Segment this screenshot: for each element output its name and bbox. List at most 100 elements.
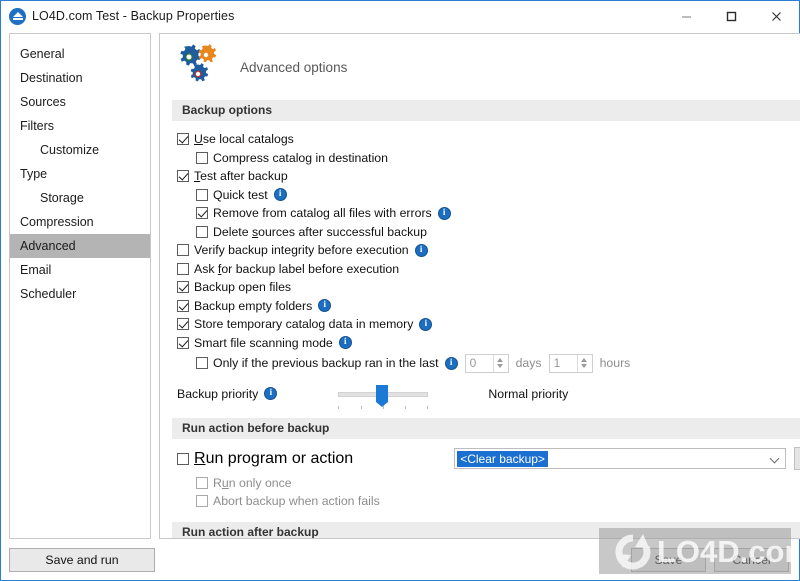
option-label: Backup open files — [194, 280, 292, 295]
option-row: Use local catalogs — [160, 130, 800, 149]
window-body: General Destination Sources Filters Customiz… — [1, 32, 800, 540]
option-label: Smart file scanning mode — [194, 335, 333, 350]
checkbox[interactable] — [196, 151, 208, 164]
run-only-once-label: Run only once — [213, 475, 292, 490]
option-label: Use local catalogs — [194, 132, 294, 147]
option-row: Backup empty folders — [160, 297, 800, 316]
save-button[interactable]: Save — [631, 548, 706, 572]
option-label: Test after backup — [194, 169, 288, 184]
run-program-checkbox[interactable] — [177, 452, 189, 465]
sidebar-item-general[interactable]: General — [10, 42, 150, 66]
checkbox[interactable] — [177, 133, 189, 146]
info-icon[interactable] — [318, 299, 332, 313]
hours-unit-label: hours — [599, 356, 631, 371]
info-icon[interactable] — [437, 206, 451, 220]
sidebar-item-email[interactable]: Email — [10, 258, 150, 282]
cancel-button[interactable]: Cancel — [714, 548, 789, 572]
checkbox[interactable] — [177, 281, 189, 294]
section-header-backup-options: Backup options — [172, 100, 800, 121]
window-controls — [664, 1, 799, 32]
abort-on-fail-label: Abort backup when action fails — [213, 494, 380, 509]
backup-options-list: Use local catalogs Compress catalog in de… — [160, 121, 800, 352]
run-only-once-row: Run only once — [160, 474, 800, 493]
option-label: Backup empty folders — [194, 298, 313, 313]
option-row: Quick test — [160, 186, 800, 205]
window-title: LO4D.com Test - Backup Properties — [32, 9, 235, 23]
backup-priority-row: Backup priority Normal priority — [160, 379, 800, 409]
option-label: Verify backup integrity before execution — [194, 243, 409, 258]
checkbox[interactable] — [196, 225, 208, 238]
previous-backup-label: Only if the previous backup ran in the l… — [213, 356, 439, 371]
info-icon[interactable] — [338, 336, 352, 350]
sidebar-item-scheduler[interactable]: Scheduler — [10, 282, 150, 306]
option-label: Ask for backup label before execution — [194, 261, 400, 276]
sidebar-item-type[interactable]: Type — [10, 162, 150, 186]
backup-priority-slider[interactable] — [338, 384, 429, 409]
option-row: Backup open files — [160, 278, 800, 297]
option-row: Remove from catalog all files with error… — [160, 204, 800, 223]
option-row: Verify backup integrity before execution — [160, 241, 800, 260]
minimize-button[interactable] — [664, 1, 709, 32]
run-program-row: Run program or action <Clear backup> — [160, 446, 800, 472]
option-label: Delete sources after successful backup — [213, 224, 427, 239]
advanced-options-content: Advanced options Backup options Use loca… — [160, 34, 800, 538]
option-row: Store temporary catalog data in memory — [160, 315, 800, 334]
checkbox[interactable] — [177, 299, 189, 312]
previous-backup-checkbox[interactable] — [196, 357, 208, 370]
sidebar-item-filters[interactable]: Filters — [10, 114, 150, 138]
info-icon[interactable] — [414, 243, 428, 257]
option-label: Quick test — [213, 187, 268, 202]
save-and-run-button[interactable]: Save and run — [9, 548, 155, 572]
checkbox[interactable] — [177, 336, 189, 349]
slider-thumb[interactable] — [376, 384, 389, 407]
settings-nav-sidebar: General Destination Sources Filters Customiz… — [9, 33, 151, 539]
title-bar: LO4D.com Test - Backup Properties — [1, 1, 799, 32]
days-value: 0 — [469, 356, 477, 371]
settings-panel: Advanced options Backup options Use loca… — [159, 33, 800, 539]
info-icon[interactable] — [264, 387, 278, 400]
checkbox[interactable] — [177, 262, 189, 275]
abort-on-fail-row: Abort backup when action fails — [160, 492, 800, 511]
maximize-button[interactable] — [709, 1, 754, 32]
panel-header: Advanced options — [160, 34, 800, 100]
run-program-label: Run program or action — [194, 449, 354, 467]
chevron-down-icon — [769, 453, 780, 464]
run-program-combobox[interactable]: <Clear backup> — [454, 448, 787, 469]
info-icon[interactable] — [444, 356, 458, 370]
hours-spinner[interactable]: 1 — [548, 353, 593, 373]
option-label: Compress catalog in destination — [213, 150, 388, 165]
sidebar-item-sources[interactable]: Sources — [10, 90, 150, 114]
sidebar-item-customize[interactable]: Customize — [10, 138, 150, 162]
close-button[interactable] — [754, 1, 799, 32]
sidebar-item-advanced[interactable]: Advanced — [10, 234, 150, 258]
slider-ticks — [338, 405, 429, 409]
checkbox[interactable] — [196, 188, 208, 201]
sidebar-item-compression[interactable]: Compression — [10, 210, 150, 234]
combobox-value: <Clear backup> — [457, 450, 548, 467]
sidebar-item-storage[interactable]: Storage — [10, 186, 150, 210]
section-header-run-after: Run action after backup — [172, 521, 800, 538]
checkbox[interactable] — [196, 207, 208, 220]
run-only-once-checkbox[interactable] — [196, 476, 208, 489]
info-icon[interactable] — [273, 188, 287, 202]
option-label: Remove from catalog all files with error… — [213, 206, 432, 221]
backup-properties-window: LO4D.com Test - Backup Properties Genera… — [0, 0, 800, 581]
abort-on-fail-checkbox[interactable] — [196, 495, 208, 508]
option-row: Delete sources after successful backup — [160, 223, 800, 242]
option-row: Test after backup — [160, 167, 800, 186]
option-row: Ask for backup label before execution — [160, 260, 800, 279]
info-icon[interactable] — [419, 317, 433, 331]
checkbox[interactable] — [177, 244, 189, 257]
sidebar-item-destination[interactable]: Destination — [10, 66, 150, 90]
backup-priority-label: Backup priority — [177, 386, 259, 401]
app-icon — [9, 7, 26, 25]
previous-backup-row: Only if the previous backup ran in the l… — [160, 353, 800, 373]
browse-folder-button[interactable] — [794, 447, 800, 470]
dialog-button-bar: Save and run Save Cancel — [1, 540, 799, 580]
checkbox[interactable] — [177, 318, 189, 331]
checkbox[interactable] — [177, 170, 189, 183]
gears-icon — [180, 44, 217, 82]
option-row: Compress catalog in destination — [160, 149, 800, 168]
days-spinner[interactable]: 0 — [464, 353, 509, 373]
days-unit-label: days — [515, 356, 542, 371]
